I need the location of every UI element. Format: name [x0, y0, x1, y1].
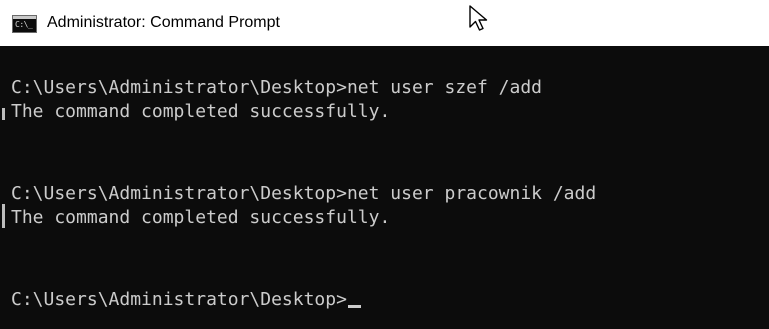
- gutter-mark: [2, 108, 5, 120]
- mouse-pointer-icon: [469, 5, 488, 31]
- console-line-result-1: The command completed successfully.: [11, 101, 391, 122]
- console-prompt: C:\Users\Administrator\Desktop>: [11, 289, 347, 310]
- console-prompt-line[interactable]: C:\Users\Administrator\Desktop>: [11, 288, 361, 312]
- window-title: Administrator: Command Prompt: [47, 14, 280, 31]
- console-line-command-2: C:\Users\Administrator\Desktop>net user …: [11, 183, 597, 204]
- text-cursor: [347, 305, 361, 308]
- console-output[interactable]: C:\Users\Administrator\Desktop>net user …: [0, 46, 769, 329]
- command-prompt-window: C:\_ Administrator: Command Prompt C:\Us…: [0, 0, 769, 329]
- console-line-command-1: C:\Users\Administrator\Desktop>net user …: [11, 77, 543, 98]
- cmd-console-icon: C:\_: [12, 15, 37, 33]
- icon-top-bar: [13, 16, 36, 19]
- icon-label: C:\_: [15, 20, 33, 29]
- gutter-mark: [2, 204, 5, 228]
- title-bar[interactable]: C:\_ Administrator: Command Prompt: [0, 0, 769, 46]
- console-line-result-2: The command completed successfully.: [11, 207, 391, 228]
